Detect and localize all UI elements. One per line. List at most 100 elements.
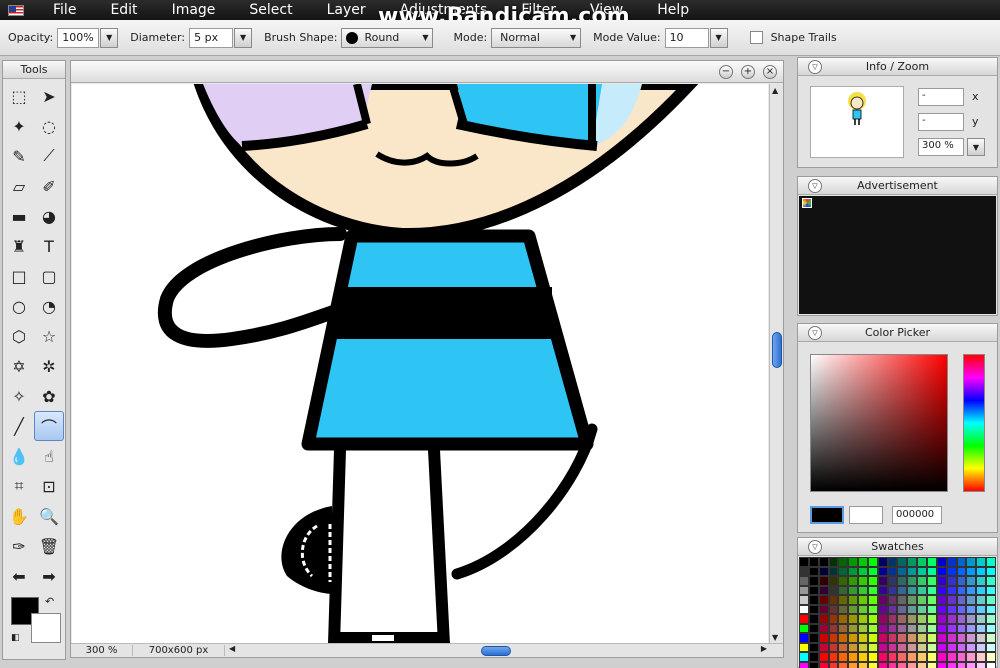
info-zoom-header[interactable]: ▽ Info / Zoom [798,58,997,76]
color-swatch[interactable] [887,604,898,614]
resize-tool[interactable]: ⊡ [34,471,64,501]
color-swatch[interactable] [877,566,888,576]
hand-tool[interactable]: ✋ [4,501,34,531]
color-swatch[interactable] [976,595,987,605]
color-swatch[interactable] [946,642,957,652]
color-swatch[interactable] [956,576,967,586]
color-swatch[interactable] [848,566,859,576]
color-swatch[interactable] [956,614,967,624]
color-swatch[interactable] [897,614,908,624]
color-swatch[interactable] [867,585,878,595]
color-swatch[interactable] [828,604,839,614]
color-swatch[interactable] [897,585,908,595]
color-swatch[interactable] [848,652,859,662]
color-swatch[interactable] [907,614,918,624]
color-swatch[interactable] [848,557,859,567]
color-swatch[interactable] [956,633,967,643]
flower-tool[interactable]: ✿ [34,381,64,411]
color-swatch[interactable] [926,633,937,643]
clone-stamp-tool[interactable]: ♜ [4,231,34,261]
color-swatch[interactable] [818,576,829,586]
brush-tool[interactable]: ⟋ [34,141,64,171]
color-swatch[interactable] [867,661,878,668]
color-swatch[interactable] [818,614,829,624]
color-swatch[interactable] [956,566,967,576]
color-swatch[interactable] [966,604,977,614]
color-swatch[interactable] [986,576,996,586]
color-swatch[interactable] [838,623,849,633]
color-swatch[interactable] [986,642,996,652]
maximize-icon[interactable]: + [741,64,755,79]
starburst-tool[interactable]: ✲ [34,351,64,381]
color-swatch[interactable] [936,614,947,624]
color-swatch[interactable] [838,557,849,567]
collapse-icon[interactable]: ▽ [808,60,822,74]
color-swatch[interactable] [966,652,977,662]
color-swatch[interactable] [897,595,908,605]
color-swatch[interactable] [936,576,947,586]
mode-value-input[interactable]: 10 [664,27,709,48]
zoom-field[interactable]: 300 % [918,138,964,156]
color-swatch[interactable] [907,595,918,605]
color-swatch[interactable] [818,661,829,668]
menu-select[interactable]: Select [232,0,309,20]
color-swatch[interactable] [976,633,987,643]
color-swatch[interactable] [917,614,927,624]
color-swatch[interactable] [808,661,819,668]
lasso-tool[interactable]: ◌ [34,111,64,141]
shape-trails-checkbox[interactable] [749,31,763,44]
color-swatch[interactable] [877,614,888,624]
color-swatch[interactable] [877,585,888,595]
color-swatch[interactable] [966,585,977,595]
brush-shape-select[interactable]: Round ▼ [341,27,434,48]
color-swatch[interactable] [838,585,849,595]
color-swatch[interactable] [897,633,908,643]
diameter-input[interactable]: 5 px [189,27,234,48]
color-swatch[interactable] [858,557,868,567]
color-swatch[interactable] [976,652,987,662]
color-swatch[interactable] [848,633,859,643]
reset-colors-icon[interactable]: ◧ [11,633,20,643]
color-swatch[interactable] [926,557,937,567]
color-swatch[interactable] [808,642,819,652]
color-swatch[interactable] [926,595,937,605]
color-swatch[interactable] [907,661,918,668]
color-swatch[interactable] [867,595,878,605]
color-swatch[interactable] [956,595,967,605]
color-swatch[interactable] [838,576,849,586]
color-picker-header[interactable]: ▽ Color Picker [798,324,997,342]
color-swatch[interactable] [799,557,809,567]
color-swatch[interactable] [897,566,908,576]
color-swatch[interactable] [808,585,819,595]
hue-slider[interactable] [963,354,985,492]
color-swatch[interactable] [887,595,898,605]
color-swatch[interactable] [966,661,977,668]
color-swatch[interactable] [799,623,809,633]
color-swatch[interactable] [917,623,927,633]
color-swatch[interactable] [887,614,898,624]
color-swatch[interactable] [858,595,868,605]
color-swatch[interactable] [917,661,927,668]
color-swatch[interactable] [946,661,957,668]
color-swatch[interactable] [877,595,888,605]
marquee-select-tool[interactable]: ⬚ [4,81,34,111]
color-swatch[interactable] [808,566,819,576]
color-swatch[interactable] [828,652,839,662]
color-swatch[interactable] [828,557,839,567]
color-swatch[interactable] [926,585,937,595]
color-swatch[interactable] [838,604,849,614]
color-swatch[interactable] [877,623,888,633]
color-swatch[interactable] [887,652,898,662]
color-swatch[interactable] [799,614,809,624]
color-swatch[interactable] [986,623,996,633]
smudge-tool[interactable]: ☝ [34,441,64,471]
color-swatch[interactable] [907,576,918,586]
color-swatch[interactable] [838,614,849,624]
advertisement-area[interactable] [799,196,996,314]
color-swatch[interactable] [946,585,957,595]
color-swatch[interactable] [897,652,908,662]
color-swatch[interactable] [897,661,908,668]
gradient-tool[interactable]: ▬ [4,201,34,231]
color-swatch[interactable] [887,557,898,567]
color-swatch[interactable] [808,633,819,643]
